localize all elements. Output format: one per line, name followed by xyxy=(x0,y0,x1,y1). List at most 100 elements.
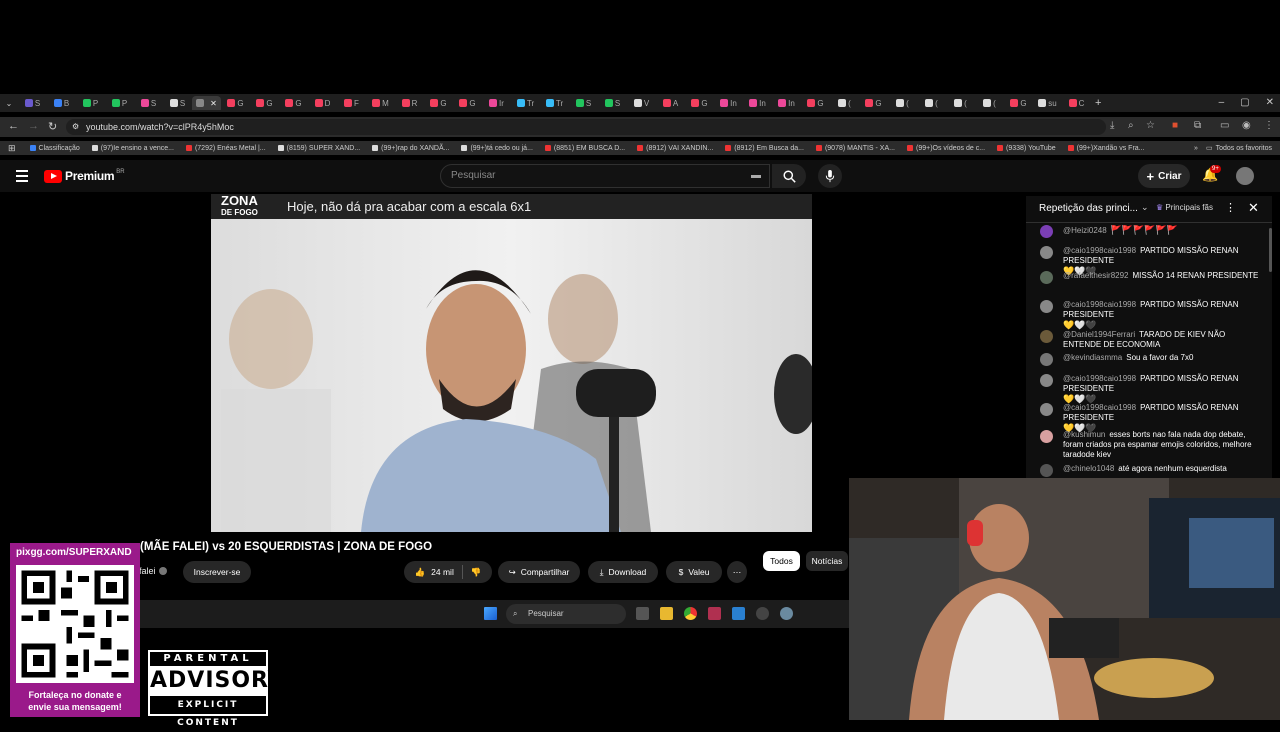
thumbs-up-icon[interactable]: 👍 xyxy=(415,567,426,578)
browser-tab[interactable]: In xyxy=(772,96,801,110)
bookmark-item[interactable]: (8159) SUPER XAND... xyxy=(272,145,367,152)
bookmark-item[interactable]: (8851) EM BUSCA D... xyxy=(539,145,631,152)
browser-tab[interactable]: ( xyxy=(946,96,975,110)
bookmarks-overflow-icon[interactable]: » xyxy=(1186,145,1206,152)
browser-tab[interactable]: S xyxy=(569,96,598,110)
browser-tab[interactable]: S xyxy=(134,96,163,110)
profile-icon[interactable]: ◉ xyxy=(1242,120,1251,131)
url-field[interactable]: ⚙ youtube.com/watch?v=clPR4y5hMoc xyxy=(66,119,1106,135)
chat-author[interactable]: @chinelo1048 xyxy=(1063,464,1114,473)
keyboard-icon[interactable]: ▬ xyxy=(751,165,761,187)
chat-avatar[interactable] xyxy=(1040,271,1053,284)
channel-name[interactable]: falei xyxy=(139,566,167,576)
tab-list-dropdown-icon[interactable]: ⌄ xyxy=(0,99,18,108)
browser-tab[interactable]: G xyxy=(801,96,830,110)
search-button[interactable] xyxy=(772,164,806,188)
browser-tab[interactable]: C xyxy=(1062,96,1091,110)
chat-avatar[interactable] xyxy=(1040,225,1053,238)
chat-avatar[interactable] xyxy=(1040,300,1053,313)
bookmark-item[interactable]: (8912) VAI XANDIN... xyxy=(631,145,719,152)
editor-app-icon[interactable] xyxy=(732,607,745,620)
close-tab-icon[interactable]: ✕ xyxy=(210,99,217,108)
youtube-logo[interactable]: Premium BR xyxy=(44,169,125,183)
bookmark-item[interactable]: (99+)Xandão vs Fra... xyxy=(1062,145,1151,152)
browser-tab[interactable]: B xyxy=(47,96,76,110)
taskbar-search-input[interactable]: ⌕ Pesquisar xyxy=(506,604,626,624)
chat-author[interactable]: @caio1998caio1998 xyxy=(1063,374,1136,383)
task-view-icon[interactable] xyxy=(636,607,649,620)
settings-gear-icon[interactable] xyxy=(780,607,793,620)
chat-author[interactable]: @kushimun xyxy=(1063,430,1105,439)
thanks-button[interactable]: $ Valeu xyxy=(666,561,722,583)
browser-tab[interactable]: su xyxy=(1033,96,1062,110)
install-icon[interactable]: ⤓ xyxy=(1110,120,1114,131)
extension-icon[interactable]: ■ xyxy=(1172,120,1178,131)
browser-tab[interactable]: G xyxy=(685,96,714,110)
browser-tab[interactable]: In xyxy=(714,96,743,110)
bookmark-item[interactable]: (99+)rap do XANDÃ... xyxy=(366,145,455,152)
browser-tab[interactable]: Tr xyxy=(540,96,569,110)
browser-tab[interactable]: Tr xyxy=(511,96,540,110)
bookmark-item[interactable]: (7292) Enéas Metal |... xyxy=(180,145,272,152)
browser-tab[interactable]: G xyxy=(250,96,279,110)
chat-author[interactable]: @caio1998caio1998 xyxy=(1063,403,1136,412)
browser-tab[interactable]: ✕ xyxy=(192,96,221,110)
chat-author[interactable]: @rafaelthesir8292 xyxy=(1063,271,1129,280)
windows-start-icon[interactable] xyxy=(484,607,497,620)
chat-avatar[interactable] xyxy=(1040,246,1053,259)
chat-avatar[interactable] xyxy=(1040,464,1053,477)
browser-tab[interactable]: S xyxy=(598,96,627,110)
browser-tab[interactable]: G xyxy=(453,96,482,110)
bookmark-item[interactable]: (99+)Os vídeos de c... xyxy=(901,145,991,152)
new-tab-button[interactable]: + xyxy=(1095,97,1101,109)
close-window-icon[interactable]: ✕ xyxy=(1266,94,1274,112)
bookmark-item[interactable]: (9338) YouTube xyxy=(991,145,1062,152)
browser-tab[interactable]: G xyxy=(859,96,888,110)
browser-tab[interactable]: F xyxy=(337,96,366,110)
chat-avatar[interactable] xyxy=(1040,430,1053,443)
browser-tab[interactable]: ( xyxy=(830,96,859,110)
browser-tab[interactable]: G xyxy=(424,96,453,110)
bookmark-item[interactable]: (8912) Em Busca da... xyxy=(719,145,810,152)
streaming-app-icon[interactable] xyxy=(708,607,721,620)
bookmark-item[interactable]: Classificação xyxy=(24,145,86,152)
create-button[interactable]: + Criar xyxy=(1138,164,1190,188)
share-button[interactable]: ↪ Compartilhar xyxy=(498,561,580,583)
recording-app-icon[interactable] xyxy=(756,607,769,620)
voice-search-button[interactable] xyxy=(818,164,842,188)
browser-tab[interactable]: R xyxy=(395,96,424,110)
forward-icon[interactable]: → xyxy=(28,120,39,132)
apps-grid-icon[interactable]: ⊞ xyxy=(0,143,24,154)
maximize-icon[interactable]: ▢ xyxy=(1240,94,1249,112)
browser-tab[interactable]: S xyxy=(18,96,47,110)
chat-author[interactable]: @caio1998caio1998 xyxy=(1063,246,1136,255)
bookmark-item[interactable]: (9078) MANTIS - XA... xyxy=(810,145,901,152)
chrome-icon[interactable] xyxy=(684,607,697,620)
chat-avatar[interactable] xyxy=(1040,403,1053,416)
browser-tab[interactable]: ( xyxy=(917,96,946,110)
browser-tab[interactable]: M xyxy=(366,96,395,110)
chip-all[interactable]: Todos xyxy=(763,551,800,571)
minimize-icon[interactable]: – xyxy=(1219,94,1225,112)
back-icon[interactable]: ← xyxy=(8,120,19,132)
file-explorer-icon[interactable] xyxy=(660,607,673,620)
chat-author[interactable]: @Heizi0248 xyxy=(1063,226,1107,235)
chat-scrollbar[interactable] xyxy=(1269,228,1272,272)
reload-icon[interactable]: ↻ xyxy=(48,120,57,133)
chat-avatar[interactable] xyxy=(1040,374,1053,387)
avatar[interactable] xyxy=(1236,167,1254,185)
bookmark-item[interactable]: (97)Ie ensino a vence... xyxy=(86,145,180,152)
browser-tab[interactable]: In xyxy=(743,96,772,110)
chat-author[interactable]: @Daniel1994Ferrari xyxy=(1063,330,1135,339)
chip-news[interactable]: Notícias xyxy=(806,551,848,571)
sidebar-icon[interactable]: ▭ xyxy=(1220,120,1229,131)
bookmark-item[interactable]: (99+)tá cedo ou já... xyxy=(455,145,538,152)
video-player[interactable]: ZONA DE FOGO Hoje, não dá pra acabar com… xyxy=(211,194,812,532)
like-dislike-button[interactable]: 👍 24 mil 👎 xyxy=(404,561,492,583)
thumbs-down-icon[interactable]: 👎 xyxy=(471,567,482,578)
browser-tab[interactable]: P xyxy=(105,96,134,110)
browser-tab[interactable]: ( xyxy=(975,96,1004,110)
browser-tab[interactable]: Ir xyxy=(482,96,511,110)
browser-tab[interactable]: G xyxy=(221,96,250,110)
chat-avatar[interactable] xyxy=(1040,330,1053,343)
